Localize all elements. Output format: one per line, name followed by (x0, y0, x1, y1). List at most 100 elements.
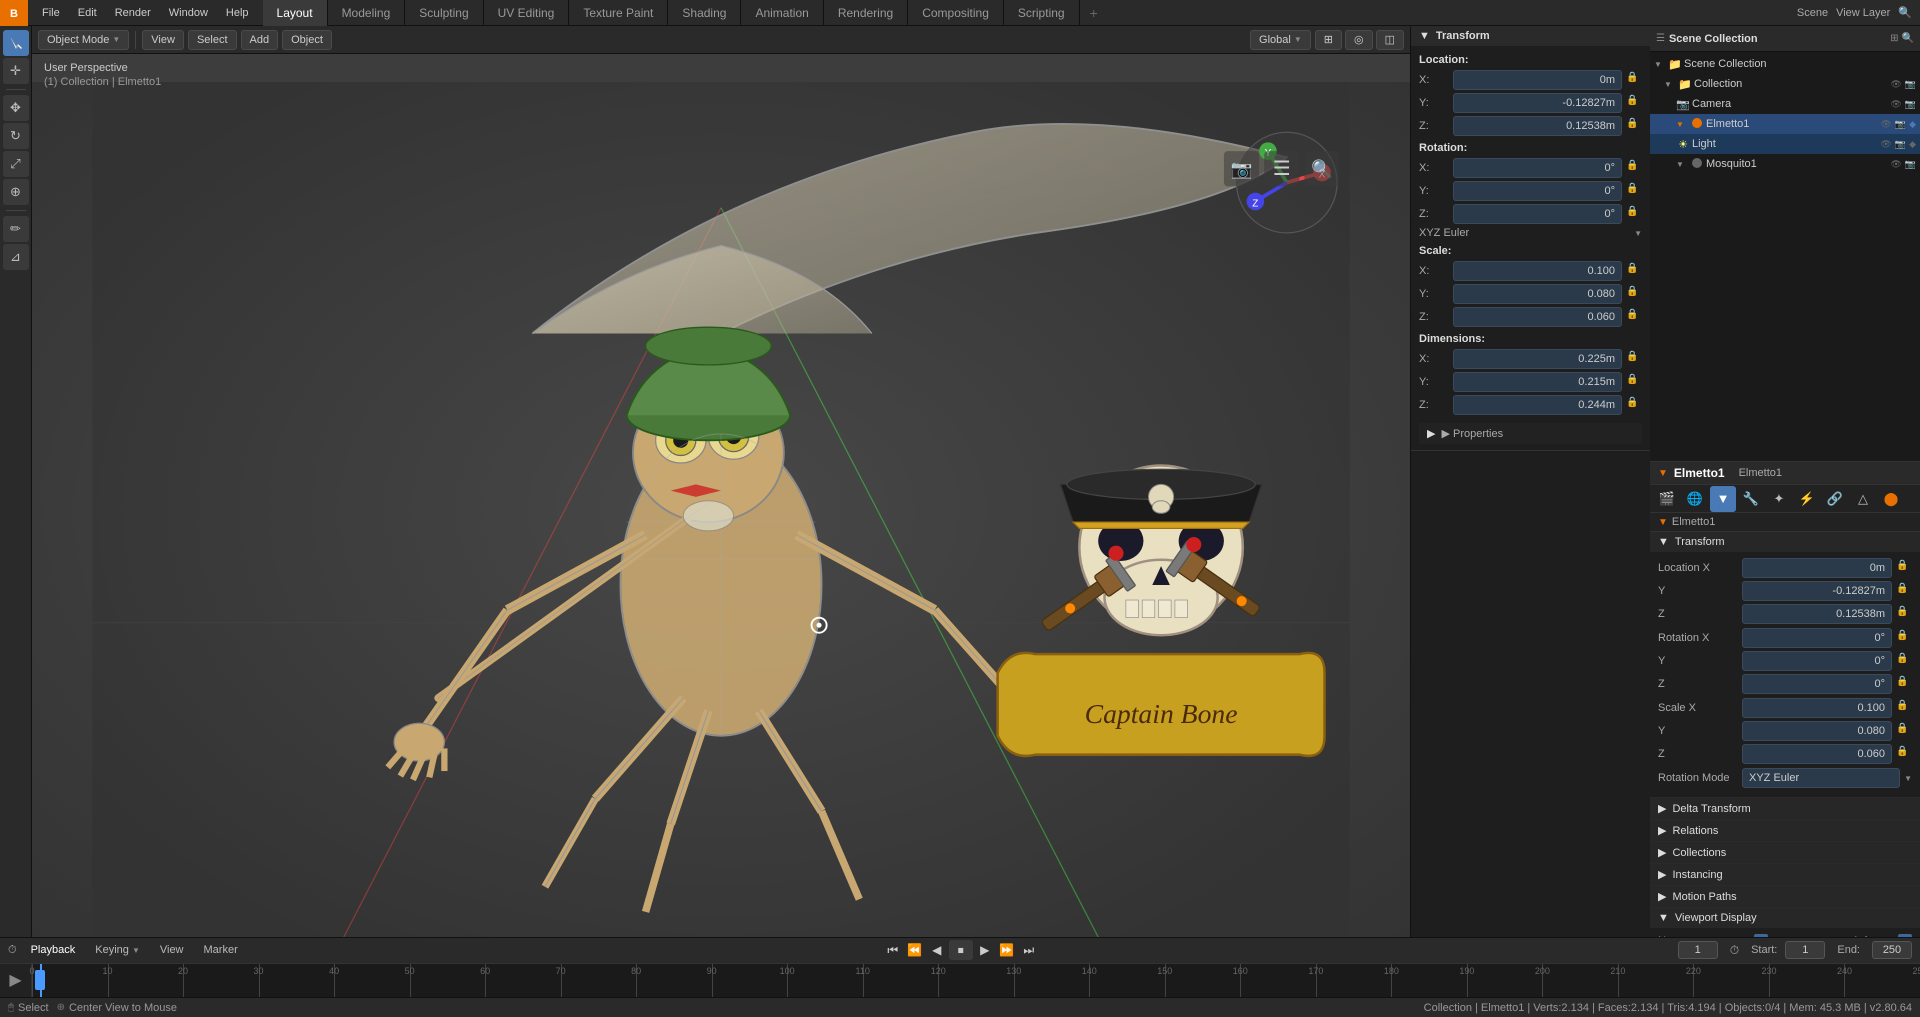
timeline-view-btn[interactable]: View (154, 943, 190, 957)
scene-name[interactable]: Scene (1797, 7, 1828, 19)
current-frame-input[interactable]: 1 (1678, 941, 1718, 959)
transform-pivot-btn[interactable]: Global ▼ (1250, 30, 1311, 50)
scale-z-input[interactable]: 0.060 (1453, 307, 1622, 327)
relations-header[interactable]: ▶ Relations (1650, 820, 1920, 841)
menu-file[interactable]: File (34, 5, 68, 21)
transform-section-header[interactable]: ▼ Transform (1411, 26, 1650, 46)
obj-rot-x-input[interactable]: 0° (1742, 628, 1892, 648)
props-physics-btn[interactable]: ⚡ (1794, 486, 1820, 512)
outliner-filter-btn[interactable]: ⊞ (1890, 33, 1898, 44)
obj-scale-x-input[interactable]: 0.100 (1742, 698, 1892, 718)
toolbar-transform-btn[interactable]: ⊕ (3, 179, 29, 205)
camera-render-btn[interactable]: 📷 (1905, 99, 1916, 110)
elmetto1-vis-btn[interactable]: 👁 (1880, 119, 1891, 130)
scale-y-input[interactable]: 0.080 (1453, 284, 1622, 304)
location-y-input[interactable]: -0.12827m (1453, 93, 1622, 113)
viewport-view-btn[interactable]: View (142, 30, 184, 50)
jump-start-btn[interactable]: ⏮ (883, 940, 903, 960)
obj-rot-y-lock[interactable]: 🔒 (1896, 653, 1912, 669)
search-icon[interactable]: 🔍 (1898, 6, 1912, 19)
toolbar-scale-btn[interactable]: ⤢ (3, 151, 29, 177)
toolbar-rotate-btn[interactable]: ↻ (3, 123, 29, 149)
viewport-add-btn[interactable]: Add (241, 30, 279, 50)
dimensions-x-input[interactable]: 0.225m (1453, 349, 1622, 369)
add-workspace-btn[interactable]: + (1080, 2, 1108, 24)
props-scene-btn[interactable]: 🎬 (1654, 486, 1680, 512)
obj-loc-x-lock[interactable]: 🔒 (1896, 560, 1912, 576)
tree-collection[interactable]: ▼ 📁 Collection 👁 📷 (1650, 74, 1920, 94)
obj-transform-header[interactable]: ▼ Transform (1650, 532, 1920, 552)
rotation-z-lock[interactable]: 🔒 (1626, 206, 1642, 222)
instancing-header[interactable]: ▶ Instancing (1650, 864, 1920, 885)
obj-scale-z-input[interactable]: 0.060 (1742, 744, 1892, 764)
props-world-btn[interactable]: 🌐 (1682, 486, 1708, 512)
menu-edit[interactable]: Edit (70, 5, 105, 21)
menu-window[interactable]: Window (161, 5, 216, 21)
collection-render-btn[interactable]: 📷 (1905, 79, 1916, 90)
props-constraints-btn[interactable]: 🔗 (1822, 486, 1848, 512)
dimensions-y-input[interactable]: 0.215m (1453, 372, 1622, 392)
tab-layout[interactable]: Layout (263, 0, 328, 26)
mosquito1-vis-btn[interactable]: 👁 (1890, 159, 1901, 170)
tab-sculpting[interactable]: Sculpting (405, 0, 483, 26)
tab-rendering[interactable]: Rendering (824, 0, 908, 26)
toolbar-select-btn[interactable] (3, 30, 29, 56)
props-object-btn[interactable]: ▼ (1710, 486, 1736, 512)
toolbar-measure-btn[interactable]: ⊿ (3, 244, 29, 270)
proportional-btn[interactable]: ◎ (1345, 30, 1373, 50)
dimensions-y-lock[interactable]: 🔒 (1626, 374, 1642, 390)
obj-rot-z-input[interactable]: 0° (1742, 674, 1892, 694)
menu-help[interactable]: Help (218, 5, 257, 21)
rotation-z-input[interactable]: 0° (1453, 204, 1622, 224)
jump-end-btn[interactable]: ⏭ (1019, 940, 1039, 960)
light-render-btn[interactable]: 📷 (1895, 139, 1906, 150)
scale-x-input[interactable]: 0.100 (1453, 261, 1622, 281)
outliner-search-btn[interactable]: 🔍 (1902, 33, 1914, 44)
rotation-y-lock[interactable]: 🔒 (1626, 183, 1642, 199)
viewport-display-header[interactable]: ▼ Viewport Display (1650, 908, 1920, 928)
viewport-object-btn[interactable]: Object (282, 30, 332, 50)
toolbar-annotate-btn[interactable]: ✏ (3, 216, 29, 242)
timeline-keying-btn[interactable]: Keying ▼ (89, 943, 146, 957)
timeline-playback-btn[interactable]: Playback (25, 943, 82, 957)
snap-btn[interactable]: ⊞ (1315, 30, 1342, 50)
viewport-mode-btn[interactable]: Object Mode ▼ (38, 30, 129, 50)
menu-render[interactable]: Render (107, 5, 159, 21)
next-keyframe-btn[interactable]: ⏩ (997, 940, 1017, 960)
obj-loc-y-lock[interactable]: 🔒 (1896, 583, 1912, 599)
props-data-btn[interactable]: △ (1850, 486, 1876, 512)
scale-y-lock[interactable]: 🔒 (1626, 286, 1642, 302)
tree-scene-collection[interactable]: ▼ 📁 Scene Collection (1650, 54, 1920, 74)
end-frame-input[interactable]: 250 (1872, 941, 1912, 959)
obj-scale-y-lock[interactable]: 🔒 (1896, 723, 1912, 739)
tree-mosquito1[interactable]: ▼ Mosquito1 👁 📷 (1650, 154, 1920, 174)
props-material-btn[interactable]: ⬤ (1878, 486, 1904, 512)
delta-transform-header[interactable]: ▶ Delta Transform (1650, 798, 1920, 819)
timeline-track[interactable]: 0102030405060708090100110120130140150160… (32, 964, 1920, 997)
xray-btn[interactable]: ◫ (1376, 30, 1404, 50)
dimensions-z-lock[interactable]: 🔒 (1626, 397, 1642, 413)
obj-scale-z-lock[interactable]: 🔒 (1896, 746, 1912, 762)
obj-loc-x-input[interactable]: 0m (1742, 558, 1892, 578)
obj-rot-x-lock[interactable]: 🔒 (1896, 630, 1912, 646)
elmetto1-extra-btn[interactable]: ◆ (1909, 119, 1916, 130)
mosquito1-render-btn[interactable]: 📷 (1905, 159, 1916, 170)
viewport-3d[interactable]: User Perspective (1) Collection | Elmett… (32, 54, 1410, 937)
collections-header[interactable]: ▶ Collections (1650, 842, 1920, 863)
obj-loc-z-lock[interactable]: 🔒 (1896, 606, 1912, 622)
motion-paths-header[interactable]: ▶ Motion Paths (1650, 886, 1920, 907)
collection-vis-btn[interactable]: 👁 (1890, 79, 1901, 90)
toolbar-cursor-btn[interactable]: ✛ (3, 58, 29, 84)
obj-scale-x-lock[interactable]: 🔒 (1896, 700, 1912, 716)
dimensions-x-lock[interactable]: 🔒 (1626, 351, 1642, 367)
tab-shading[interactable]: Shading (668, 0, 741, 26)
location-y-lock[interactable]: 🔒 (1626, 95, 1642, 111)
light-vis-btn[interactable]: 👁 (1880, 139, 1891, 150)
obj-rot-mode-select[interactable]: XYZ Euler (1742, 768, 1900, 788)
play-reverse-btn[interactable]: ◀ (927, 940, 947, 960)
obj-scale-y-input[interactable]: 0.080 (1742, 721, 1892, 741)
rotation-mode-arrow[interactable]: ▼ (1634, 229, 1642, 238)
tab-modeling[interactable]: Modeling (328, 0, 406, 26)
prev-keyframe-btn[interactable]: ⏪ (905, 940, 925, 960)
start-frame-input[interactable]: 1 (1785, 941, 1825, 959)
